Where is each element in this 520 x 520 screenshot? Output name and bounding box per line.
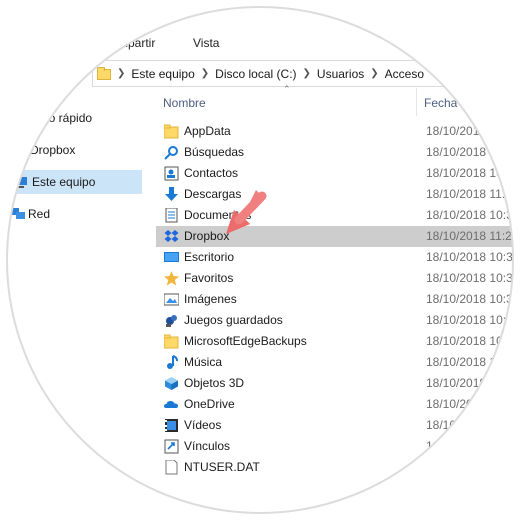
file-date: 18/10/2018 10:36 (426, 397, 520, 411)
file-row[interactable]: Juegos guardados 18/10/2018 10:32 (156, 310, 520, 331)
nav-item-dropbox[interactable]: Dropbox (30, 138, 142, 162)
file-row[interactable]: Vídeos 18/10/2018 10:36 (156, 415, 520, 436)
file-name: Juegos guardados (184, 313, 283, 327)
file-row[interactable]: Búsquedas 18/10/2018 10: (156, 142, 520, 163)
breadcrumb-este-equipo[interactable]: Este equipo (131, 67, 194, 81)
file-row[interactable]: Contactos 18/10/2018 10: (156, 163, 520, 184)
file-name: Contactos (184, 166, 239, 180)
file-row[interactable]: Imágenes 18/10/2018 10:36 (156, 289, 520, 310)
file-name: Vínculos (184, 439, 231, 453)
file-name: Objetos 3D (184, 376, 245, 390)
file-row[interactable]: NTUSER.DAT (156, 457, 520, 478)
nav-item-label: Este equipo (32, 175, 96, 189)
file-name: Favoritos (184, 271, 234, 285)
file-name: Imágenes (184, 292, 237, 306)
nav-item-label: Red (28, 207, 51, 221)
sort-ascending-icon[interactable]: ⌃ (283, 84, 291, 95)
file-date: 18/10/2018 10: (426, 166, 507, 180)
links-icon (164, 439, 179, 454)
folder-icon (163, 124, 179, 139)
column-divider[interactable] (416, 88, 417, 116)
file-name: OneDrive (184, 397, 235, 411)
file-row[interactable]: MicrosoftEdgeBackups 18/10/2018 10:36 (156, 331, 520, 352)
desktop-icon (164, 250, 179, 265)
file-date: 18/10/2018 10:32 (426, 271, 520, 285)
file-row[interactable]: Vínculos 18/10/2018 10:3 (156, 436, 520, 457)
nav-item-este-equipo[interactable]: Este equipo (0, 170, 142, 194)
file-name: NTUSER.DAT (184, 460, 260, 474)
file-row[interactable]: Descargas 18/10/2018 11:1 (156, 184, 520, 205)
file-date: 18/10/2018 10:36 (426, 334, 520, 348)
3d-objects-icon (164, 376, 179, 391)
file-date: 18/10/2018 10:3 (426, 439, 513, 453)
file-name: AppData (184, 124, 231, 138)
file-row[interactable]: Dropbox 18/10/2018 11:23 (156, 226, 520, 247)
tab-share[interactable]: mpartir (118, 36, 155, 50)
videos-icon (164, 418, 179, 433)
search-folder-icon (164, 145, 179, 160)
file-date: 18/10/2018 10:36 (426, 376, 520, 390)
nav-item-label: Dropbox (30, 143, 76, 157)
music-icon (164, 355, 179, 370)
file-date: 18/10/2018 10:36 (426, 250, 520, 264)
downloads-icon (164, 187, 179, 202)
file-icon (164, 459, 179, 475)
file-row[interactable]: AppData 18/10/2018 11: (156, 121, 520, 142)
file-date: 18/10/2018 10:36 (426, 418, 520, 432)
breadcrumb-usuarios[interactable]: Usuarios (317, 67, 364, 81)
file-date: 18/10/2018 10:32 (426, 313, 520, 327)
file-date: 18/10/2018 11:23 (426, 229, 519, 243)
tab-view[interactable]: Vista (193, 36, 219, 50)
file-name: Vídeos (184, 418, 222, 432)
chevron-right-icon: ❯ (302, 68, 311, 79)
pictures-icon (163, 292, 180, 307)
file-name: MicrosoftEdgeBackups (184, 334, 307, 348)
file-row[interactable]: Escritorio 18/10/2018 10:36 (156, 247, 520, 268)
file-name: Escritorio (184, 250, 235, 264)
breadcrumb-disco-local[interactable]: Disco local (C:) (215, 67, 296, 81)
nav-item-acceso-rapido[interactable]: eso rápido (36, 106, 142, 130)
file-date: 18/10/2018 11:1 (426, 187, 512, 201)
folder-icon (163, 334, 179, 349)
pointer-arrow-annotation (226, 190, 267, 234)
dropbox-icon (164, 229, 179, 244)
file-row[interactable]: Documentos 18/10/2018 10:32 (156, 205, 520, 226)
file-name: Búsquedas (184, 145, 245, 159)
breadcrumb-acceso[interactable]: Acceso (385, 67, 424, 81)
file-name: Música (184, 355, 223, 369)
nav-item-label: eso rápido (36, 111, 93, 125)
computer-icon (14, 175, 28, 189)
folder-icon (97, 67, 111, 80)
ribbon: mpartir Vista (0, 28, 520, 56)
file-row[interactable]: Objetos 3D 18/10/2018 10:36 (156, 373, 520, 394)
file-date: 18/10/2018 10:32 (426, 208, 520, 222)
contacts-icon (164, 166, 179, 181)
file-date: 18/10/2018 10: (426, 145, 507, 159)
network-icon (10, 207, 25, 221)
file-row[interactable]: Música 18/10/2018 10:36 (156, 352, 520, 373)
nav-item-red[interactable]: Red (10, 202, 142, 226)
file-row[interactable]: Favoritos 18/10/2018 10:32 (156, 268, 520, 289)
chevron-right-icon: ❯ (370, 68, 379, 79)
chevron-right-icon: ❯ (200, 68, 210, 79)
saved-games-icon (164, 313, 179, 328)
file-date: 18/10/2018 10:36 (426, 355, 520, 369)
documents-icon (164, 207, 179, 223)
file-date: 18/10/2018 11: (426, 124, 506, 138)
file-date: 18/10/2018 10:36 (426, 292, 520, 306)
column-header-name[interactable]: Nombre (163, 96, 206, 110)
onedrive-icon (164, 397, 179, 412)
chevron-right-icon: ❯ (117, 68, 126, 79)
file-row[interactable]: OneDrive 18/10/2018 10:36 (156, 394, 520, 415)
favorites-icon (164, 271, 179, 286)
address-bar[interactable]: ❯ Este equipo ❯ Disco local (C:) ❯ Usuar… (92, 60, 520, 87)
column-header-date[interactable]: Fecha (424, 96, 457, 110)
